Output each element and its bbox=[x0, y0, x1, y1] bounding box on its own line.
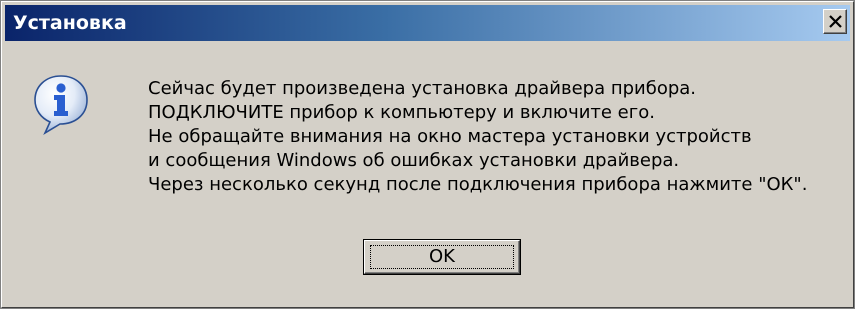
title-bar[interactable]: Установка bbox=[5, 5, 850, 41]
message-line: Не обращайте внимания на окно мастера ус… bbox=[148, 126, 752, 147]
message-line: Через несколько секунд после подключения… bbox=[148, 174, 808, 195]
message-line: Сейчас будет произведена установка драйв… bbox=[148, 78, 697, 99]
window-title: Установка bbox=[13, 12, 127, 34]
close-icon bbox=[829, 15, 842, 28]
message-line: и сообщения Windows об ошибках установки… bbox=[148, 150, 680, 171]
installation-dialog: Установка Сейчас будет произведена устан… bbox=[0, 0, 855, 309]
dialog-message: Сейчас будет произведена установка драйв… bbox=[148, 77, 807, 197]
info-icon bbox=[34, 75, 88, 135]
ok-button[interactable]: OK bbox=[363, 239, 521, 275]
message-line: ПОДКЛЮЧИТЕ прибор к компьютеру и включит… bbox=[148, 102, 655, 123]
ok-button-label: OK bbox=[429, 246, 455, 267]
close-button[interactable] bbox=[823, 9, 847, 34]
